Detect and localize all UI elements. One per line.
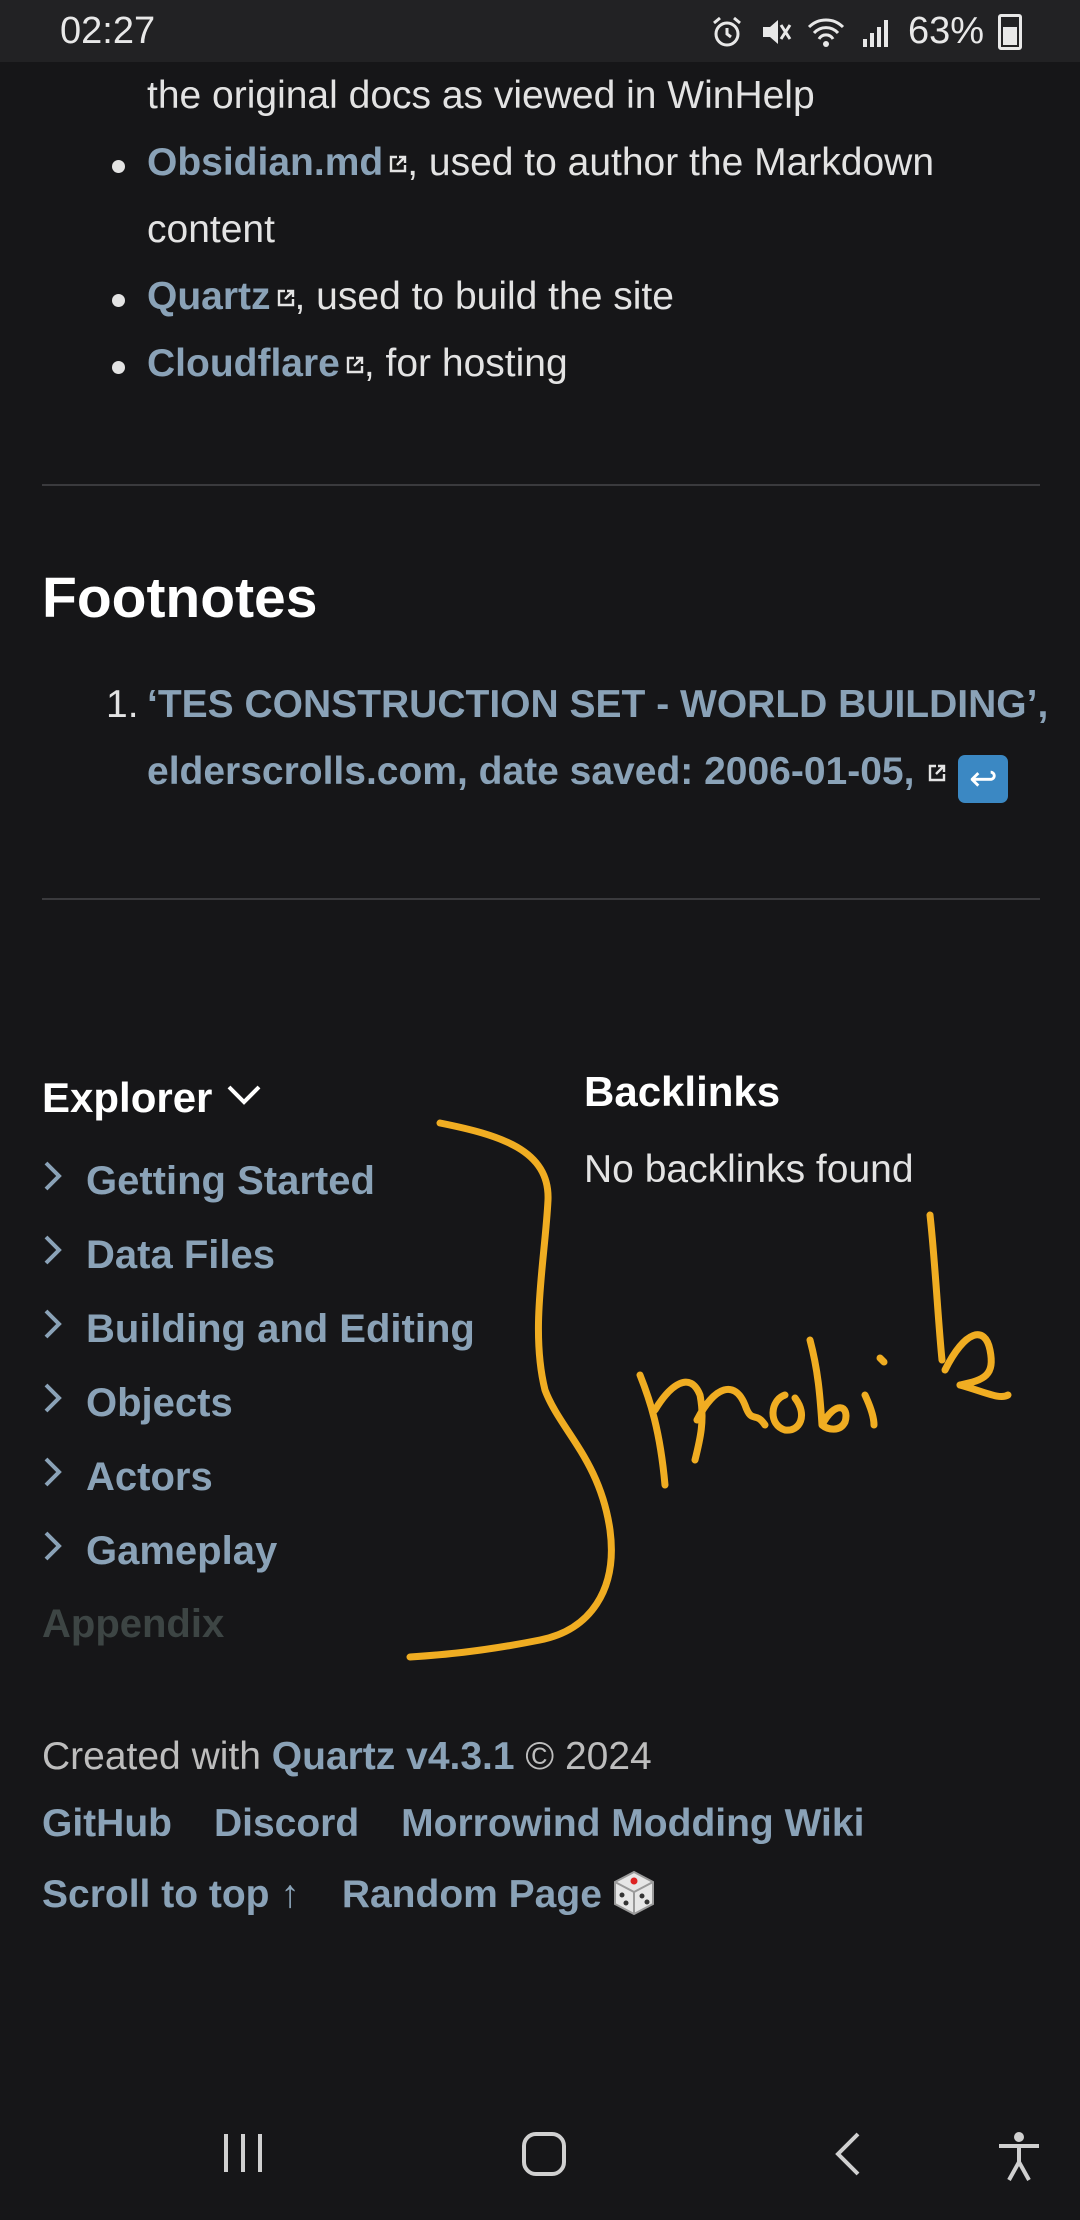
external-link-icon	[928, 764, 946, 782]
morrowind-modding-wiki-link[interactable]: Morrowind Modding Wiki	[401, 1802, 864, 1845]
chevron-right-icon	[42, 1157, 72, 1202]
list-item: Obsidian.md, used to author the Markdown	[147, 141, 935, 184]
footnote-source-link[interactable]: ‘TES CONSTRUCTION SET - WORLD BUILDING’,	[147, 683, 1048, 726]
alarm-icon	[712, 16, 741, 46]
back-icon[interactable]	[830, 2130, 866, 2183]
explorer-item-appendix[interactable]: Appendix	[42, 1602, 224, 1647]
explorer-folder-data-files[interactable]: Data Files	[42, 1231, 275, 1278]
battery-percent: 63%	[907, 10, 984, 52]
quartz-version-link[interactable]: Quartz v4.3.1	[272, 1735, 515, 1778]
chevron-right-icon	[42, 1231, 72, 1276]
bullet	[112, 160, 125, 173]
external-link-icon	[277, 289, 295, 307]
divider	[42, 484, 1040, 486]
quartz-link[interactable]: Quartz	[147, 275, 295, 318]
scroll-to-top-link[interactable]: Scroll to top ↑	[42, 1873, 300, 1916]
footnotes-heading: Footnotes	[42, 566, 318, 630]
status-bar: 02:27 63%	[0, 0, 1080, 62]
explorer-folder-actors[interactable]: Actors	[42, 1453, 213, 1500]
chevron-right-icon	[42, 1379, 72, 1424]
accessibility-icon[interactable]	[995, 2130, 1043, 2187]
system-nav-bar	[0, 2090, 1080, 2220]
explorer-folder-gameplay[interactable]: Gameplay	[42, 1527, 277, 1574]
footnote-source-link-cont[interactable]: elderscrolls.com, date saved: 2006-01-05…	[147, 750, 914, 793]
footer-links: GitHub Discord Morrowind Modding Wiki	[42, 1802, 906, 1846]
list-item: Quartz, used to build the site	[147, 275, 674, 318]
discord-link[interactable]: Discord	[214, 1802, 359, 1845]
recent-apps-icon[interactable]	[220, 2130, 266, 2181]
footer-created: Created with Quartz v4.3.1 © 2024	[42, 1735, 652, 1778]
wifi-icon	[807, 17, 844, 47]
list-item-continuation: the original docs as viewed in WinHelp	[147, 74, 815, 117]
divider	[42, 898, 1040, 900]
footnote-line-2: elderscrolls.com, date saved: 2006-01-05…	[147, 750, 1009, 803]
footer-actions: Scroll to top ↑ Random Page	[42, 1869, 658, 1917]
external-link-icon	[389, 155, 407, 173]
github-link[interactable]: GitHub	[42, 1802, 172, 1845]
signal-icon	[862, 19, 888, 47]
chevron-down-icon	[226, 1068, 262, 1116]
cloudflare-link[interactable]: Cloudflare	[147, 342, 364, 385]
footnote-number: 1.	[106, 683, 139, 726]
footnote-backref-icon[interactable]: ↩	[958, 755, 1009, 803]
home-icon[interactable]	[520, 2130, 568, 2183]
external-link-icon	[346, 356, 364, 374]
chevron-right-icon	[42, 1527, 72, 1572]
mute-icon	[762, 19, 792, 44]
status-icons: 63%	[710, 10, 1022, 53]
list-item: Cloudflare, for hosting	[147, 342, 568, 385]
status-time: 02:27	[60, 10, 156, 52]
explorer-folder-objects[interactable]: Objects	[42, 1379, 233, 1426]
bullet	[112, 294, 125, 307]
list-item-wrap: content	[147, 208, 275, 251]
backlinks-empty-text: No backlinks found	[584, 1148, 914, 1191]
explorer-title: Explorer	[42, 1074, 213, 1121]
random-page-link[interactable]: Random Page	[342, 1870, 658, 1916]
explorer-toggle[interactable]: Explorer	[42, 1068, 262, 1122]
explorer-folder-getting-started[interactable]: Getting Started	[42, 1157, 375, 1204]
backlinks-title: Backlinks	[584, 1068, 781, 1115]
footnote-line-1: ‘TES CONSTRUCTION SET - WORLD BUILDING’,	[147, 683, 1048, 727]
dice-icon	[610, 1869, 658, 1917]
explorer-folder-building-editing[interactable]: Building and Editing	[42, 1305, 475, 1352]
obsidian-link[interactable]: Obsidian.md	[147, 141, 407, 184]
chevron-right-icon	[42, 1453, 72, 1498]
bullet	[112, 361, 125, 374]
chevron-right-icon	[42, 1305, 72, 1350]
battery-icon	[998, 13, 1022, 50]
